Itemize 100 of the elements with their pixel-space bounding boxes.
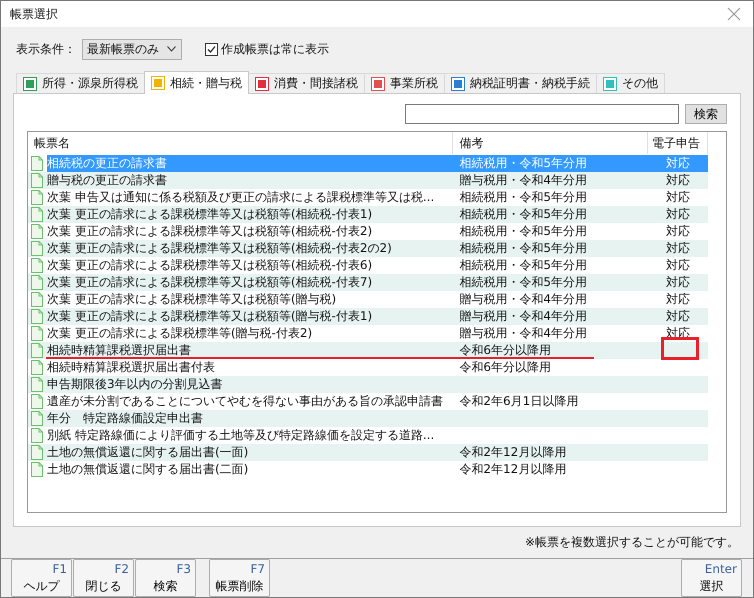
enter-key-button[interactable]: Enter 選択 <box>681 559 742 597</box>
function-key-button[interactable]: F2 閉じる <box>73 559 134 597</box>
table-cell: 申告期限後3年以内の分割見込書 <box>47 376 223 393</box>
table-cell: 対応 <box>666 155 690 172</box>
tab[interactable]: 相続・贈与税 <box>144 71 249 94</box>
table-cell: 令和6年分以降用 <box>459 342 552 359</box>
table-cell: 贈与税用・令和4年分用 <box>459 325 588 342</box>
table-cell: 対応 <box>666 206 690 223</box>
checkbox[interactable] <box>205 42 218 56</box>
document-icon <box>31 445 43 460</box>
table-row[interactable]: 次葉 更正の請求による課税標準等又は税額等(贈与税) 贈与税用・令和4年分用 対応 <box>28 291 708 308</box>
table-cell: 遺産が未分割であることについてやむを得ない事由がある旨の承認申請書 <box>47 393 443 410</box>
table-cell: 対応 <box>666 308 690 325</box>
document-icon <box>31 360 43 375</box>
checkbox-label: 作成帳票は常に表示 <box>221 40 329 58</box>
table-cell: 相続税用・令和5年分用 <box>459 240 588 257</box>
document-icon <box>31 343 43 358</box>
table-row[interactable]: 次葉 更正の請求による課税標準等又は税額等(相続税-付表2の2) 相続税用・令和5年分用 対応 <box>28 240 708 257</box>
table-cell: 令和2年6月1日以降用 <box>459 393 578 410</box>
table-cell: 次葉 更正の請求による課税標準等又は税額等(相続税-付表2の2) <box>47 240 392 257</box>
table-cell: 対応 <box>666 172 690 189</box>
table-cell: 令和2年12月以降用 <box>459 444 566 461</box>
table-cell: 次葉 申告又は通知に係る税額及び更正の請求による課税標準等又は税... <box>47 189 434 206</box>
close-icon <box>727 7 741 21</box>
table-row[interactable]: 申告期限後3年以内の分割見込書 <box>28 376 708 393</box>
table-row[interactable]: 別紙 特定路線価により評価する土地等及び特定路線価を設定する道路... <box>28 427 708 444</box>
table-row[interactable]: 次葉 申告又は通知に係る税額及び更正の請求による課税標準等又は税... 相続税用・令和5年分用 対応 <box>28 189 708 206</box>
document-icon <box>31 292 43 307</box>
table-cell: 対応 <box>666 257 690 274</box>
tab[interactable]: その他 <box>596 73 665 93</box>
table-cell: 土地の無償返還に関する届出書(一面) <box>47 444 248 461</box>
table-row[interactable]: 次葉 更正の請求による課税標準等又は税額等(相続税-付表1) 相続税用・令和5年分用 対応 <box>28 206 708 223</box>
search-field[interactable] <box>405 104 679 124</box>
table-row[interactable]: 土地の無償返還に関する届出書(二面) 令和2年12月以降用 <box>28 461 708 478</box>
table-cell: 対応 <box>666 291 690 308</box>
table-cell: 相続時精算課税選択届出書付表 <box>47 359 215 376</box>
filter-dropdown[interactable]: 最新帳票のみ <box>82 38 182 60</box>
document-icon <box>31 377 43 392</box>
table-cell: 令和2年12月以降用 <box>459 461 566 478</box>
column-header[interactable]: 帳票名 <box>28 132 454 154</box>
document-icon <box>31 224 43 239</box>
table-cell: 別紙 特定路線価により評価する土地等及び特定路線価を設定する道路... <box>47 427 434 444</box>
document-icon <box>31 428 43 443</box>
table-cell: 対応 <box>666 223 690 240</box>
table-row[interactable]: 次葉 更正の請求による課税標準等又は税額等(相続税-付表6) 相続税用・令和5年分用 対応 <box>28 257 708 274</box>
table-row[interactable]: 次葉 更正の請求による課税標準等又は税額等(相続税-付表7) 相続税用・令和5年分用 対応 <box>28 274 708 291</box>
table-cell: 次葉 更正の請求による課税標準等又は税額等(贈与税) <box>47 291 336 308</box>
table-row[interactable]: 次葉 更正の請求による課税標準等又は税額等(相続税-付表2) 相続税用・令和5年分用 対応 <box>28 223 708 240</box>
table-row[interactable]: 贈与税の更正の請求書 贈与税用・令和4年分用 対応 <box>28 172 708 189</box>
document-icon <box>31 462 43 477</box>
table-cell: 相続税用・令和5年分用 <box>459 257 588 274</box>
document-icon <box>31 326 43 341</box>
table-cell: 次葉 更正の請求による課税標準等又は税額等(相続税-付表2) <box>47 223 372 240</box>
table-row[interactable]: 相続時精算課税選択届出書付表 令和6年分以降用 <box>28 359 708 376</box>
document-icon <box>31 275 43 290</box>
table-cell: 次葉 更正の請求による課税標準等又は税額等(贈与税-付表1) <box>47 308 372 325</box>
document-icon <box>31 173 43 188</box>
function-key-button[interactable]: F7 帳票削除 <box>209 559 270 597</box>
note-text: ※帳票を複数選択することが可能です。 <box>524 534 739 551</box>
table-cell: 相続税用・令和5年分用 <box>459 223 588 240</box>
table-cell: 次葉 更正の請求による課税標準等(贈与税-付表2) <box>47 325 312 342</box>
table-cell: 相続税の更正の請求書 <box>47 155 454 172</box>
search-button[interactable]: 検索 <box>685 104 727 124</box>
table-cell: 令和6年分以降用 <box>459 359 552 376</box>
tab[interactable]: 所得・源泉所得税 <box>16 73 145 93</box>
function-key-button[interactable]: F1 ヘルプ <box>11 559 72 597</box>
table-cell: 対応 <box>666 189 690 206</box>
document-icon <box>31 190 43 205</box>
table-row[interactable]: 年分 特定路線価設定申出書 <box>28 410 708 427</box>
table-cell: 相続税用・令和5年分用 <box>459 274 588 291</box>
table-row[interactable]: 次葉 更正の請求による課税標準等又は税額等(贈与税-付表1) 贈与税用・令和4年分用 対応 <box>28 308 708 325</box>
table-cell: 贈与税の更正の請求書 <box>47 172 167 189</box>
table-row[interactable]: 土地の無償返還に関する届出書(一面) 令和2年12月以降用 <box>28 444 708 461</box>
tab[interactable]: 事業所税 <box>364 73 445 93</box>
filter-label: 表示条件： <box>16 40 76 58</box>
table-cell: 年分 特定路線価設定申出書 <box>47 410 203 427</box>
window-title: 帳票選択 <box>10 6 58 22</box>
document-icon <box>31 207 43 222</box>
table-cell: 相続時精算課税選択届出書 <box>47 342 191 359</box>
table-cell: 土地の無償返還に関する届出書(二面) <box>47 461 248 478</box>
document-icon <box>31 309 43 324</box>
document-icon <box>31 241 43 256</box>
document-icon <box>31 156 43 171</box>
table-cell: 贈与税用・令和4年分用 <box>459 172 588 189</box>
table-cell: 対応 <box>666 240 690 257</box>
table-cell: 相続税用・令和5年分用 <box>459 155 588 172</box>
document-icon <box>31 394 43 409</box>
column-header[interactable]: 電子申告 <box>648 132 708 154</box>
table-cell: 相続税用・令和5年分用 <box>459 189 588 206</box>
function-key-button[interactable]: F3 検索 <box>135 559 196 597</box>
table-cell: 贈与税用・令和4年分用 <box>459 308 588 325</box>
table-cell: 次葉 更正の請求による課税標準等又は税額等(相続税-付表1) <box>47 206 372 223</box>
tab[interactable]: 納税証明書・納税手続 <box>444 73 597 93</box>
document-icon <box>31 258 43 273</box>
tab[interactable]: 消費・間接諸税 <box>248 73 365 93</box>
table-row[interactable]: 遺産が未分割であることについてやむを得ない事由がある旨の承認申請書 令和2年6月1日以降用 <box>28 393 708 410</box>
document-icon <box>31 411 43 426</box>
table-cell: 対応 <box>666 274 690 291</box>
column-header[interactable]: 備考 <box>453 132 648 154</box>
table-cell: 次葉 更正の請求による課税標準等又は税額等(相続税-付表7) <box>47 274 372 291</box>
